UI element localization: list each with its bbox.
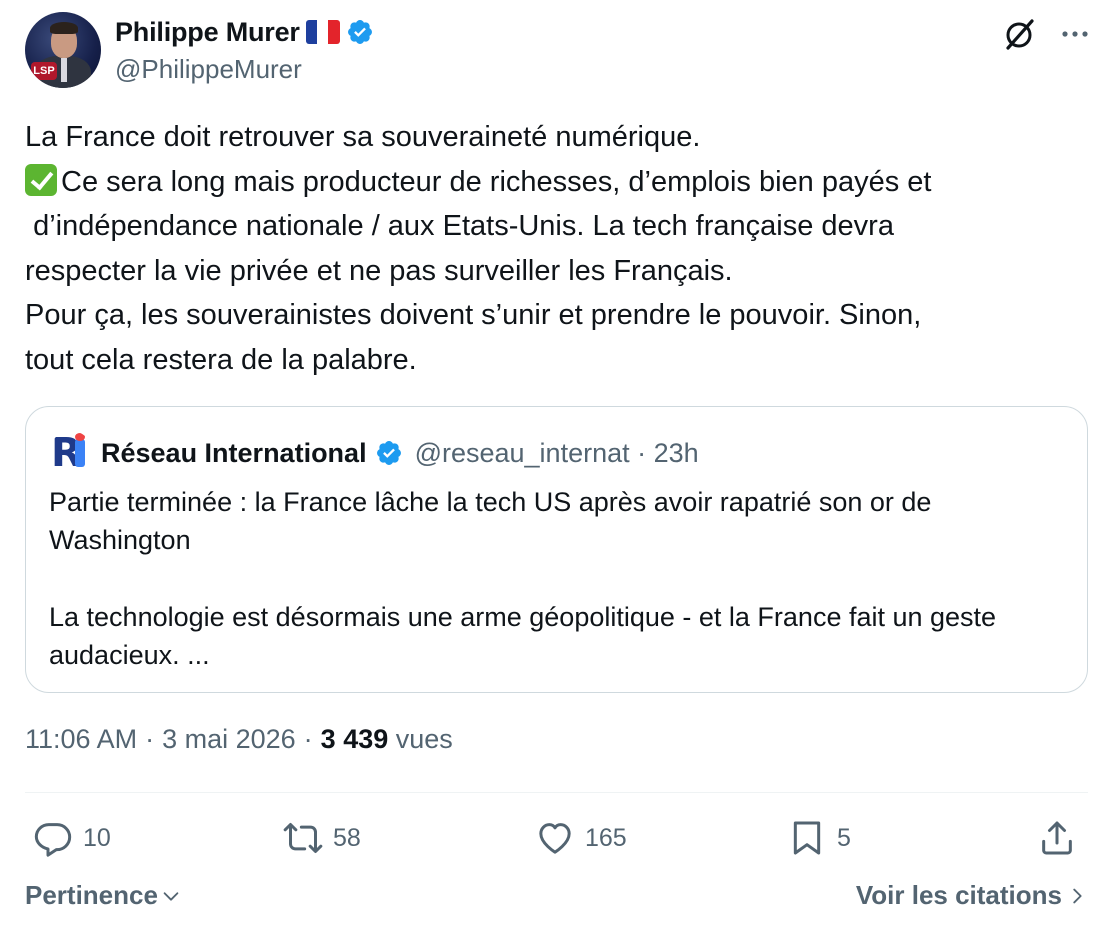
divider (25, 792, 1088, 793)
author-name[interactable]: Philippe Murer (115, 17, 300, 48)
meta-separator: · (303, 724, 313, 754)
verified-badge-icon (376, 441, 401, 465)
citations-label: Voir les citations (855, 880, 1062, 910)
author-handle[interactable]: @PhilippeMurer (115, 54, 302, 85)
verified-badge-icon (347, 20, 372, 44)
tweet-date[interactable]: 3 mai 2026 (162, 724, 296, 755)
more-icon[interactable] (1060, 19, 1090, 49)
reply-count: 10 (83, 823, 111, 852)
action-bar: 10 58 165 5 (25, 812, 1088, 864)
tweet-line: Pour ça, les souverainistes doivent s’un… (25, 299, 922, 332)
quoted-author-avatar: R (49, 431, 93, 475)
like-icon (539, 823, 571, 854)
views-label: vues (395, 724, 453, 754)
replies-footer: Pertinence Voir les citations (25, 880, 1088, 916)
tweet-line: La France doit retrouver sa souveraineté… (25, 121, 701, 153)
grok-icon[interactable] (1002, 16, 1038, 52)
share-button[interactable] (1037, 812, 1077, 864)
tweet-meta: 11:06 AM · 3 mai 2026 · 3 439 vues (25, 724, 453, 755)
tweet-text: La France doit retrouver sa souveraineté… (25, 115, 1075, 383)
chevron-down-icon (163, 891, 179, 901)
repost-count: 58 (333, 823, 361, 852)
quoted-tweet[interactable]: R Réseau International @reseau_internat … (25, 406, 1088, 693)
like-button[interactable]: 165 (535, 812, 627, 864)
share-icon (1042, 821, 1072, 855)
tweet-line: Ce sera long mais producteur de richesse… (61, 165, 932, 198)
avatar-logo: LSP (31, 62, 57, 80)
bookmark-count: 5 (837, 823, 851, 852)
reply-icon (34, 823, 72, 857)
tweet-line: respecter la vie privée et ne pas survei… (25, 254, 733, 287)
repost-button[interactable]: 58 (283, 812, 361, 864)
author-avatar[interactable]: LSP (25, 12, 101, 88)
like-count: 165 (585, 823, 627, 852)
check-mark-icon (25, 163, 57, 196)
sort-label: Pertinence (25, 880, 158, 910)
reply-button[interactable]: 10 (33, 812, 111, 864)
views-count: 3 439 (320, 724, 389, 754)
tweet-line: tout cela restera de la palabre. (25, 343, 417, 376)
bookmark-icon (793, 821, 821, 855)
quoted-author-handle-time: @reseau_internat · 23h (414, 437, 699, 468)
chevron-right-icon (1073, 888, 1082, 903)
quoted-tweet-text: Partie terminée : la France lâche la tec… (49, 487, 997, 670)
tweet-time[interactable]: 11:06 AM (25, 724, 137, 755)
repost-icon (283, 823, 323, 853)
france-flag-icon (305, 20, 340, 44)
view-quotes-link[interactable]: Voir les citations (856, 880, 1088, 911)
quoted-author-name: Réseau International (101, 437, 367, 468)
tweet-line: d’indépendance nationale / aux Etats-Uni… (25, 210, 894, 243)
bookmark-button[interactable]: 5 (787, 812, 851, 864)
meta-separator: · (145, 724, 155, 754)
tweet-header: LSP Philippe Murer @PhilippeMurer (25, 12, 1090, 92)
sort-dropdown[interactable]: Pertinence (25, 880, 182, 911)
